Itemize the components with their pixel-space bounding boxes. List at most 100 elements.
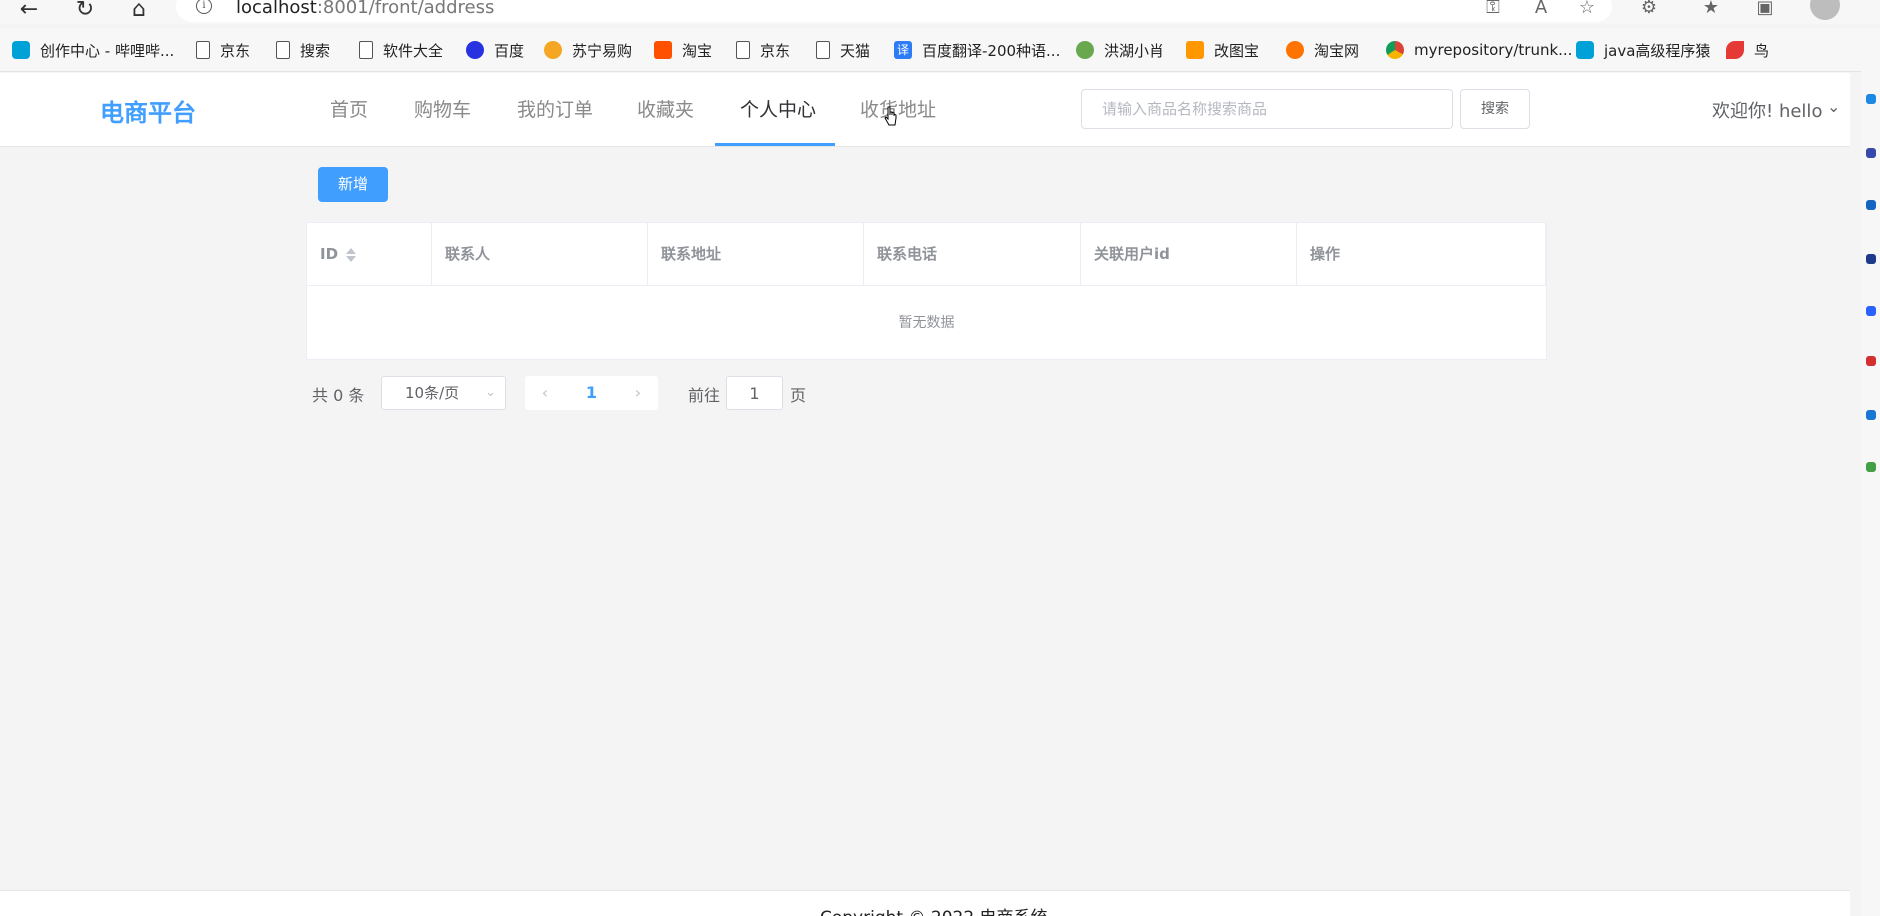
brand-logo[interactable]: 电商平台	[100, 93, 196, 128]
home-icon[interactable]: ⌂	[124, 0, 154, 24]
page-icon	[816, 41, 830, 59]
bookmark-item[interactable]: 淘宝	[654, 38, 712, 62]
bookmark-item[interactable]: 天猫	[816, 38, 870, 62]
extensions-icon[interactable]: ⚙	[1636, 0, 1662, 20]
bilibili-icon	[1576, 41, 1594, 59]
bookmark-label: myrepository/trunk...	[1414, 41, 1573, 59]
bookmark-item[interactable]: 搜索	[276, 38, 330, 62]
baidu-icon	[466, 41, 484, 59]
search-input[interactable]	[1081, 89, 1453, 129]
chevron-down-icon: ⌄	[485, 385, 496, 400]
nav-favorites[interactable]: 收藏夹	[637, 73, 694, 147]
nav-orders[interactable]: 我的订单	[517, 73, 593, 147]
copyright-text: Copyright © 2022 电商系统	[820, 903, 1048, 916]
key-icon[interactable]: ⚿	[1480, 0, 1506, 20]
bookmark-item[interactable]: 改图宝	[1186, 38, 1259, 62]
sidebar-outlook-icon[interactable]	[1866, 356, 1876, 366]
page-icon	[276, 41, 290, 59]
page-size-select[interactable]: 10条/页 ⌄	[381, 376, 506, 410]
page-icon	[359, 41, 373, 59]
column-header-phone: 联系电话	[864, 223, 1081, 286]
bookmark-label: 京东	[760, 41, 791, 60]
bookmark-item[interactable]: myrepository/trunk...	[1386, 38, 1572, 62]
column-header-address: 联系地址	[648, 223, 864, 286]
empty-text: 暂无数据	[898, 315, 955, 331]
bookmark-label: 洪湖小肖	[1104, 41, 1165, 60]
page-number-current[interactable]: 1	[570, 376, 613, 410]
browser-sidebar	[1861, 50, 1880, 916]
bookmark-item[interactable]: 京东	[736, 38, 790, 62]
nav-home[interactable]: 首页	[330, 73, 368, 147]
column-header-actions: 操作	[1297, 223, 1546, 286]
bookmarks-bar: 创作中心 - 哔哩哔... 京东 搜索 软件大全 百度 苏宁易购 淘宝 京东 天…	[0, 28, 1880, 72]
bookmark-item[interactable]: 创作中心 - 哔哩哔...	[12, 38, 174, 62]
bookmark-label: 苏宁易购	[572, 41, 633, 60]
taobao-icon	[654, 41, 672, 59]
bookmark-label: 淘宝网	[1314, 41, 1360, 60]
search-button[interactable]: 搜索	[1460, 89, 1530, 129]
footer: Copyright © 2022 电商系统	[0, 890, 1850, 916]
bookmark-label: 百度翻译-200种语...	[922, 41, 1061, 60]
nav-profile[interactable]: 个人中心	[740, 73, 816, 147]
bookmark-item[interactable]: java高级程序猿	[1576, 38, 1710, 62]
bookmark-item[interactable]: 软件大全	[359, 38, 443, 62]
prev-page-icon[interactable]: ‹	[525, 376, 565, 410]
bookmark-item[interactable]: 译百度翻译-200种语...	[894, 38, 1060, 62]
sidebar-telegram-icon[interactable]	[1866, 410, 1876, 420]
translate-icon: 译	[894, 41, 912, 59]
bookmark-label: 百度	[494, 41, 525, 60]
bookmark-item[interactable]: 苏宁易购	[544, 38, 632, 62]
app-header: 电商平台 首页 购物车 我的订单 收藏夹 个人中心 收货地址 搜索 欢迎你! h…	[0, 73, 1850, 147]
user-menu[interactable]: 欢迎你! hello	[1712, 97, 1822, 123]
next-page-icon[interactable]: ›	[618, 376, 658, 410]
chevron-down-icon[interactable]: ⌄	[1827, 97, 1840, 116]
bookmark-label: java高级程序猿	[1604, 41, 1711, 60]
active-menu-indicator	[715, 143, 835, 146]
suning-icon	[544, 41, 562, 59]
sidebar-tools-icon[interactable]	[1866, 200, 1876, 210]
page-size-value: 10条/页	[405, 384, 460, 402]
bookmark-label: 天猫	[840, 41, 871, 60]
add-button[interactable]: 新增	[318, 167, 388, 202]
bookmark-item[interactable]: 京东	[196, 38, 250, 62]
goto-page-input[interactable]	[726, 376, 783, 410]
sidebar-search-icon[interactable]	[1866, 94, 1876, 104]
page-icon	[736, 41, 750, 59]
nav-cart[interactable]: 购物车	[414, 73, 471, 147]
read-aloud-icon[interactable]: A	[1528, 0, 1554, 20]
site-info-icon[interactable]: i	[196, 0, 212, 14]
sidebar-office-icon[interactable]	[1866, 306, 1876, 316]
bookmark-item[interactable]: 鸟	[1726, 38, 1769, 62]
bookmark-label: 鸟	[1754, 41, 1770, 60]
bird-icon	[1076, 41, 1094, 59]
pagination-total: 共 0 条	[312, 386, 365, 405]
column-header-contact: 联系人	[432, 223, 648, 286]
bilibili-icon	[12, 41, 30, 59]
back-arrow-icon[interactable]: ←	[14, 0, 44, 24]
add-favorite-icon[interactable]: ☆	[1574, 0, 1600, 20]
bookmark-label: 改图宝	[1214, 41, 1260, 60]
bird-icon	[1726, 41, 1744, 59]
refresh-icon[interactable]: ↻	[70, 0, 100, 24]
favorites-icon[interactable]: ★	[1698, 0, 1724, 20]
column-header-user-id: 关联用户id	[1081, 223, 1297, 286]
sidebar-games-icon[interactable]	[1866, 254, 1876, 264]
url-text[interactable]: localhost:8001/front/address	[236, 0, 494, 18]
profile-avatar[interactable]	[1810, 0, 1840, 20]
page-icon	[196, 41, 210, 59]
sidebar-shopping-icon[interactable]	[1866, 148, 1876, 158]
bookmark-item[interactable]: 百度	[466, 38, 524, 62]
chrome-icon	[1386, 41, 1404, 59]
address-bar[interactable]: i localhost:8001/front/address	[176, 0, 1612, 22]
bookmark-label: 京东	[220, 41, 251, 60]
column-header-id[interactable]: ID	[307, 223, 432, 286]
column-label: ID	[320, 245, 339, 263]
collections-icon[interactable]: ▣	[1752, 0, 1778, 20]
address-table: ID 联系人 联系地址 联系电话 关联用户id 操作 暂无数据	[306, 222, 1547, 360]
sort-icon[interactable]	[346, 247, 357, 263]
bookmark-item[interactable]: 淘宝网	[1286, 38, 1359, 62]
bookmark-label: 创作中心 - 哔哩哔...	[40, 41, 175, 60]
nav-address[interactable]: 收货地址	[860, 73, 936, 147]
sidebar-add-icon[interactable]	[1866, 462, 1876, 472]
bookmark-item[interactable]: 洪湖小肖	[1076, 38, 1164, 62]
